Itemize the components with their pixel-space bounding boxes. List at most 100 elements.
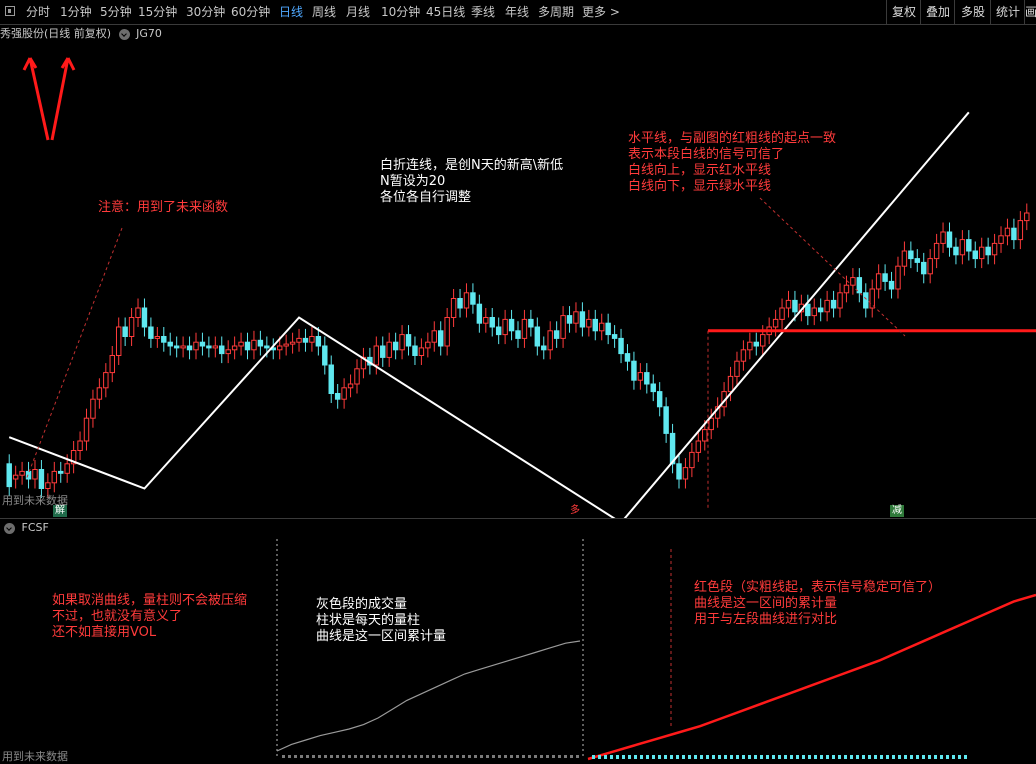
candle-body bbox=[831, 300, 835, 308]
candle-body bbox=[522, 319, 526, 338]
candle-body bbox=[335, 394, 339, 400]
gray-volume-bar bbox=[510, 755, 513, 758]
stock-title: 秀强股份(日线 前复权) bbox=[0, 27, 111, 40]
candle-body bbox=[181, 346, 185, 348]
red-segment-note-line-3: 用于与左段曲线进行对比 bbox=[694, 612, 941, 628]
candle-body bbox=[471, 293, 475, 304]
toolbar-button-0[interactable]: 复权 bbox=[886, 0, 921, 24]
candle-body bbox=[432, 331, 436, 342]
red-volume-bar bbox=[616, 755, 619, 759]
candle-body bbox=[78, 441, 82, 451]
candle-body bbox=[941, 232, 945, 243]
candle-body bbox=[567, 316, 571, 324]
period-tab-13[interactable]: 多周期 bbox=[538, 0, 574, 24]
candle-body bbox=[638, 373, 642, 381]
toolbar-button-2[interactable]: 多股 bbox=[954, 0, 991, 24]
candle-body bbox=[104, 373, 108, 388]
toolbar-button-3[interactable]: 统计 bbox=[990, 0, 1025, 24]
candle-body bbox=[194, 342, 198, 350]
candle-body bbox=[200, 342, 204, 346]
candle-body bbox=[252, 340, 256, 350]
red-volume-bar bbox=[772, 755, 775, 759]
candle-body bbox=[1018, 221, 1022, 240]
candle-body bbox=[142, 308, 146, 327]
candle-body bbox=[413, 346, 417, 356]
gray-volume-bar bbox=[360, 755, 363, 758]
candle-body bbox=[136, 308, 140, 318]
candle-body bbox=[973, 251, 977, 259]
candle-body bbox=[258, 340, 262, 346]
red-volume-bar bbox=[916, 755, 919, 759]
candle-body bbox=[1005, 228, 1009, 236]
gray-volume-bar bbox=[318, 755, 321, 758]
gray-volume-bar bbox=[420, 755, 423, 758]
candle-body bbox=[207, 346, 211, 348]
period-tab-9[interactable]: 10分钟 bbox=[381, 0, 420, 24]
period-tab-10[interactable]: 45日线 bbox=[426, 0, 465, 24]
gray-volume-bar bbox=[384, 755, 387, 758]
candle-body bbox=[741, 350, 745, 361]
gray-volume-bar bbox=[402, 755, 405, 758]
candle-body bbox=[664, 407, 668, 434]
period-tab-2[interactable]: 5分钟 bbox=[100, 0, 132, 24]
period-tab-1[interactable]: 1分钟 bbox=[60, 0, 92, 24]
candle-body bbox=[464, 293, 468, 308]
period-tab-6[interactable]: 日线 bbox=[279, 0, 303, 24]
toolbar-button-4[interactable]: 画 bbox=[1024, 0, 1036, 24]
candle-body bbox=[91, 399, 95, 418]
indicator-dropdown-icon[interactable] bbox=[119, 29, 130, 40]
gray-volume-bar bbox=[336, 755, 339, 758]
period-tab-0[interactable]: 分时 bbox=[26, 0, 50, 24]
candle-body bbox=[149, 327, 153, 338]
menu-toggle-icon[interactable] bbox=[5, 6, 15, 16]
period-tab-5[interactable]: 60分钟 bbox=[231, 0, 270, 24]
gray-volume-bar bbox=[534, 755, 537, 758]
gray-volume-bar bbox=[504, 755, 507, 758]
gray-volume-bar bbox=[438, 755, 441, 758]
sub-chart-header: FCSF bbox=[0, 519, 49, 537]
main-price-chart: 6.11 bbox=[0, 40, 1036, 518]
candle-body bbox=[374, 346, 378, 365]
candle-body bbox=[838, 293, 842, 308]
gray-volume-bar bbox=[492, 755, 495, 758]
period-tab-4[interactable]: 30分钟 bbox=[186, 0, 225, 24]
red-volume-bar bbox=[946, 755, 949, 759]
candle-body bbox=[516, 331, 520, 339]
candle-body bbox=[348, 384, 352, 388]
period-tab-12[interactable]: 年线 bbox=[505, 0, 529, 24]
red-volume-bar bbox=[706, 755, 709, 759]
candle-body bbox=[612, 335, 616, 339]
candle-body bbox=[509, 319, 513, 330]
gray-cumulative-curve bbox=[277, 641, 580, 751]
sub-indicator-dropdown-icon[interactable] bbox=[4, 523, 15, 534]
red-volume-bar bbox=[796, 755, 799, 759]
sub-indicator-name[interactable]: FCSF bbox=[22, 521, 49, 534]
candle-body bbox=[477, 304, 481, 323]
red-volume-bar bbox=[724, 755, 727, 759]
period-tab-14[interactable]: 更多 > bbox=[582, 0, 620, 24]
period-tab-8[interactable]: 月线 bbox=[346, 0, 370, 24]
up-arrow-right bbox=[52, 58, 74, 140]
candle-body bbox=[574, 312, 578, 323]
marker-duo: 多 bbox=[568, 505, 582, 517]
candle-body bbox=[400, 335, 404, 350]
hline-note-line-1: 水平线，与副图的红粗线的起点一致 bbox=[628, 131, 836, 147]
toolbar-button-1[interactable]: 叠加 bbox=[920, 0, 955, 24]
gray-volume-bar bbox=[408, 755, 411, 758]
period-tab-3[interactable]: 15分钟 bbox=[138, 0, 177, 24]
candle-body bbox=[548, 331, 552, 350]
red-volume-bar bbox=[700, 755, 703, 759]
gray-volume-bar bbox=[558, 755, 561, 758]
red-volume-bar bbox=[718, 755, 721, 759]
period-tab-7[interactable]: 周线 bbox=[312, 0, 336, 24]
red-volume-bar bbox=[922, 755, 925, 759]
red-volume-bar bbox=[856, 755, 859, 759]
zigzag-note-line-1: 白折连线，是创N天的新高\新低 bbox=[380, 158, 563, 174]
candle-body bbox=[632, 361, 636, 380]
candle-body bbox=[954, 247, 958, 255]
red-volume-bar bbox=[646, 755, 649, 759]
candle-body bbox=[490, 318, 494, 328]
main-indicator-name[interactable]: JG70 bbox=[136, 27, 162, 40]
red-volume-bar bbox=[964, 755, 967, 759]
period-tab-11[interactable]: 季线 bbox=[471, 0, 495, 24]
